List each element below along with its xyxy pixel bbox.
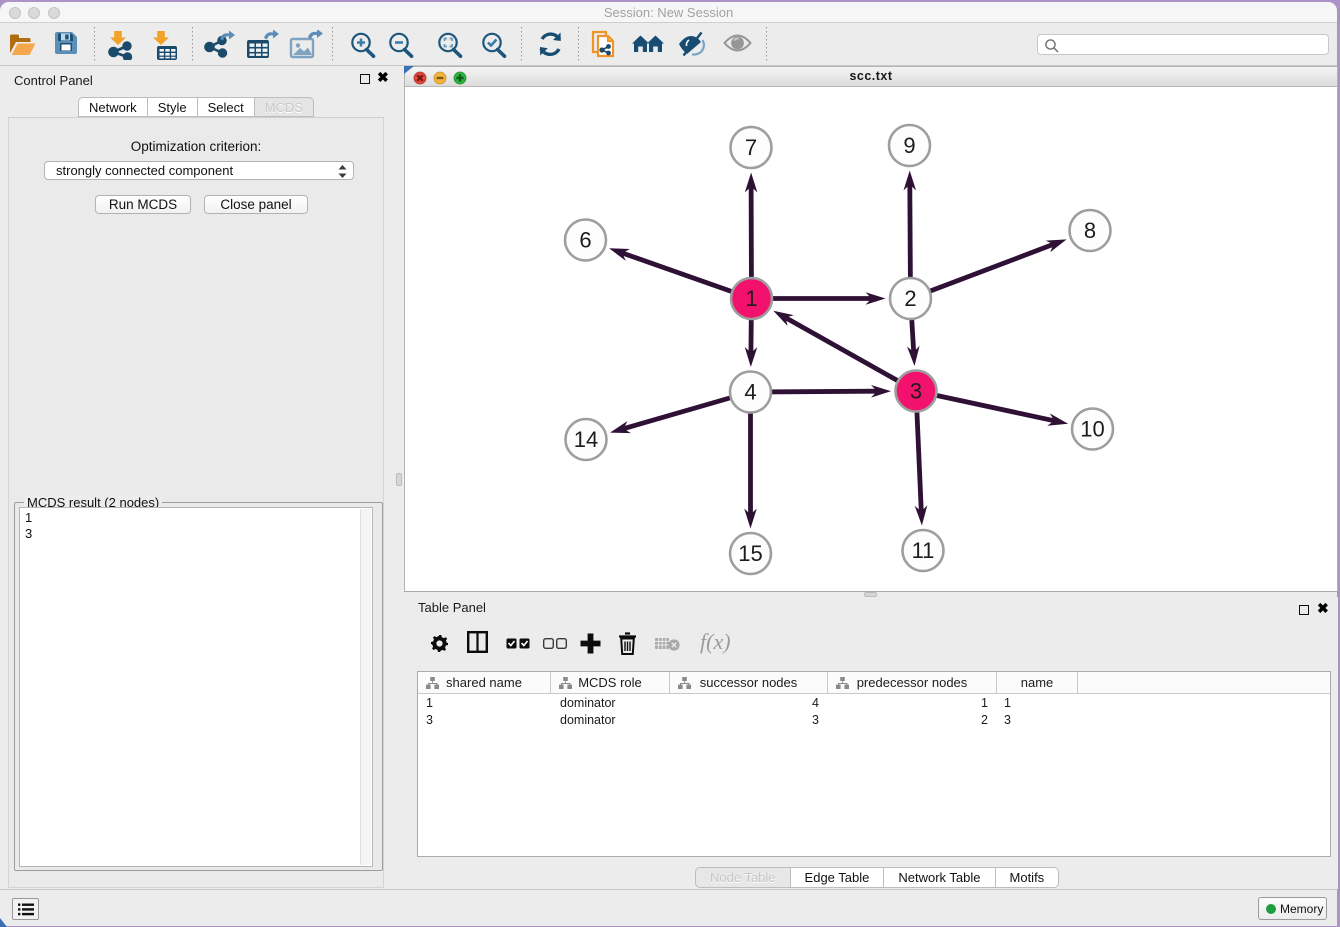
svg-text:10: 10 — [1080, 416, 1104, 441]
svg-text:6: 6 — [579, 227, 591, 252]
svg-text:14: 14 — [573, 427, 597, 452]
svg-text:15: 15 — [738, 541, 762, 566]
svg-text:8: 8 — [1083, 218, 1095, 243]
svg-text:1: 1 — [745, 286, 757, 311]
svg-text:2: 2 — [904, 286, 916, 311]
svg-text:9: 9 — [903, 133, 915, 158]
svg-text:11: 11 — [911, 538, 934, 563]
svg-text:3: 3 — [909, 378, 921, 403]
svg-text:7: 7 — [744, 135, 756, 160]
svg-text:4: 4 — [744, 379, 756, 404]
